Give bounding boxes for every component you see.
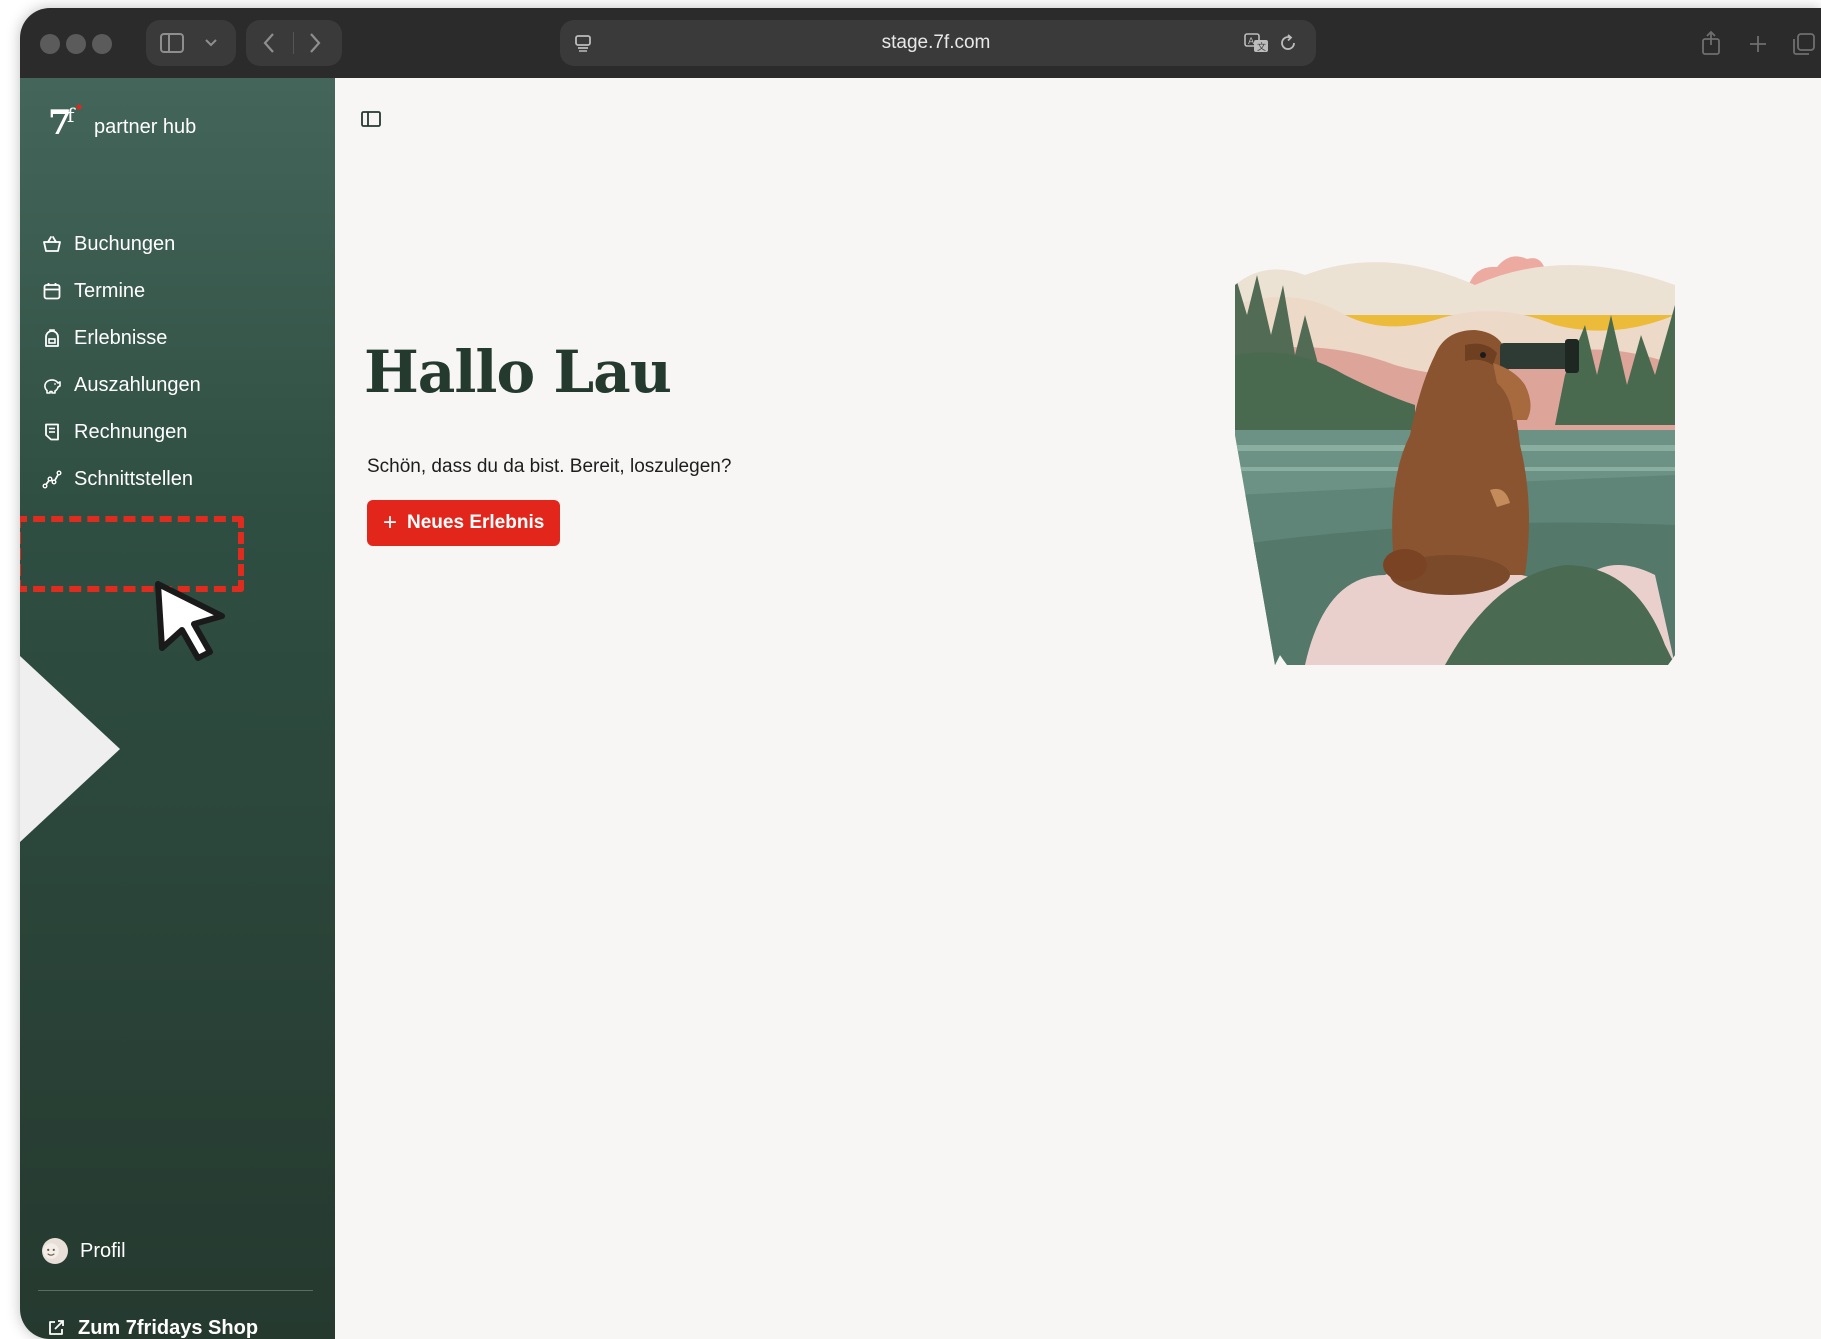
plus-icon: +	[383, 509, 398, 536]
shop-link-label: Zum 7fridays Shop	[78, 1316, 259, 1339]
share-icon[interactable]	[1700, 30, 1722, 56]
pointer-arrow-shape	[20, 656, 120, 842]
forward-arrow-icon[interactable]	[308, 32, 322, 54]
cursor-arrow-icon	[155, 581, 225, 661]
sidebar-item-erlebnisse[interactable]: Erlebnisse	[38, 318, 308, 358]
shopping-basket-icon	[43, 236, 61, 252]
sidebar-toggle-group[interactable]	[146, 20, 236, 66]
brand-name[interactable]: partner hub	[94, 116, 196, 139]
sidebar-item-label: Erlebnisse	[74, 326, 168, 349]
zoom-window-button[interactable]	[92, 34, 112, 54]
shop-link[interactable]: Zum 7fridays Shop	[38, 1308, 308, 1339]
nav-separator	[293, 32, 294, 54]
history-navigation-group	[246, 20, 342, 66]
page-menu-icon[interactable]	[574, 34, 592, 52]
address-bar[interactable]: stage.7f.com A 文	[560, 20, 1316, 66]
welcome-subtitle: Schön, dass du da bist. Bereit, loszuleg…	[367, 456, 732, 477]
sidebar-item-auszahlungen[interactable]: Auszahlungen	[38, 365, 308, 405]
integrations-icon	[42, 470, 62, 489]
sidebar-item-label: Termine	[74, 279, 146, 302]
new-tab-icon[interactable]	[1748, 34, 1768, 54]
browser-window: stage.7f.com A 文 7 f partner hub Buchung…	[20, 8, 1821, 1339]
sidebar: 7 f partner hub Buchungen Termine Erlebn…	[20, 78, 335, 1339]
chevron-down-icon[interactable]	[204, 38, 218, 48]
sidebar-item-termine[interactable]: Termine	[38, 271, 308, 311]
browser-sidebar-icon[interactable]	[160, 33, 184, 53]
tab-overview-icon[interactable]	[1792, 32, 1816, 56]
piggy-bank-icon	[44, 379, 61, 394]
url-text[interactable]: stage.7f.com	[836, 32, 1036, 54]
minimize-window-button[interactable]	[66, 34, 86, 54]
backpack-icon	[45, 329, 59, 347]
translate-icon[interactable]: A 文	[1244, 32, 1270, 54]
sidebar-item-profil[interactable]: Profil	[38, 1231, 308, 1271]
sidebar-item-label: Rechnungen	[74, 420, 188, 443]
browser-titlebar: stage.7f.com A 文	[20, 8, 1821, 78]
svg-text:文: 文	[1257, 41, 1266, 53]
new-experience-label: Neues Erlebnis	[407, 512, 545, 533]
reload-icon[interactable]	[1278, 33, 1298, 53]
avatar-face-icon	[43, 1243, 59, 1259]
receipt-icon	[45, 423, 59, 441]
back-arrow-icon[interactable]	[262, 32, 276, 54]
new-experience-button[interactable]: + Neues Erlebnis	[367, 500, 561, 546]
close-window-button[interactable]	[40, 34, 60, 54]
calendar-icon	[43, 283, 61, 300]
external-link-icon	[49, 1320, 64, 1335]
sidebar-toggle-icon[interactable]	[360, 108, 382, 130]
sidebar-item-buchungen[interactable]: Buchungen	[38, 224, 308, 264]
sidebar-divider	[38, 1290, 313, 1291]
sidebar-item-rechnungen[interactable]: Rechnungen	[38, 412, 308, 452]
7f-logo[interactable]: 7 f	[48, 100, 84, 140]
marmot-illustration	[1235, 256, 1675, 665]
sidebar-item-label: Buchungen	[74, 232, 176, 255]
sidebar-item-label: Auszahlungen	[74, 373, 201, 396]
avatar	[42, 1238, 68, 1264]
sidebar-item-schnittstellen[interactable]: Schnittstellen	[38, 459, 308, 499]
svg-text:f: f	[67, 103, 76, 127]
profile-label: Profil	[80, 1239, 126, 1262]
sidebar-item-label: Schnittstellen	[74, 467, 193, 490]
page-title: Hallo Lau	[364, 338, 672, 406]
svg-text:A: A	[1248, 37, 1255, 47]
